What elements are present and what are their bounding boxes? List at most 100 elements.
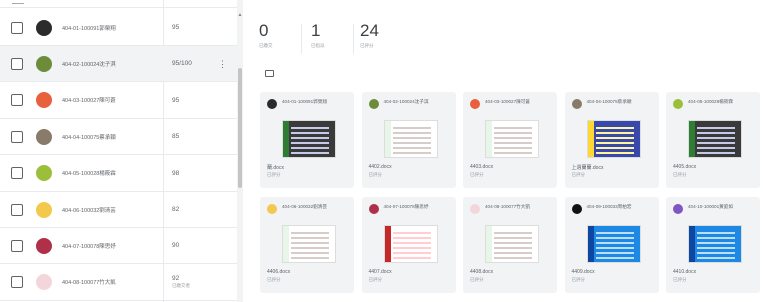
submission-card[interactable]: 404-03-100027陳可蒼 4403.docx 已評分 [463,92,557,188]
folder-icon[interactable] [265,70,274,77]
thumb-line [595,252,634,254]
submission-card[interactable]: 404-06-100032劉清芸 4406.docx 已評分 [260,197,354,293]
score-value: 82 [172,206,180,213]
submission-card[interactable]: 404-04-100075蔡承穎 上週蘭蘭.docx 已評分 [564,92,659,188]
stat-2: 24 已評分 [360,22,379,49]
stat-separator [353,24,354,54]
submission-status: 已評分 [571,277,586,282]
document-thumbnail[interactable] [688,225,742,263]
more-vert-icon[interactable]: ⋮ [218,59,227,68]
student-avatar [36,128,52,145]
submission-card[interactable]: 404-05-100028楊筱霖 4405.docx 已評分 [666,92,760,188]
student-score[interactable]: 85 [172,133,179,140]
submission-card[interactable]: 404-08-100077竹大凱 4408.docx 已評分 [463,197,557,293]
thumb-line [494,247,532,249]
row-checkbox[interactable] [11,203,23,216]
file-name: 4407.docx [368,269,392,275]
thumb-line [392,257,431,259]
document-thumbnail[interactable] [586,225,641,263]
row-checkbox[interactable] [11,167,23,180]
row-checkbox[interactable] [11,276,23,289]
student-row[interactable]: 404-06-100032劉清芸 82 [0,192,237,228]
document-thumbnail[interactable] [282,120,336,158]
stat-value: 1 [311,21,321,40]
student-row[interactable]: 404-08-100077竹大凱 92 已繳交者 [0,265,237,301]
submission-card[interactable]: 404-07-100078陳思妤 4407.docx 已評分 [361,197,456,293]
thumb-line [392,152,431,154]
document-thumbnail[interactable] [383,120,438,158]
submission-card[interactable]: 404-10-100001黃庭如 4410.docx 已評分 [666,197,760,293]
document-thumbnail[interactable] [383,225,438,263]
thumb-line [392,137,431,139]
document-thumbnail[interactable] [485,120,539,158]
student-score[interactable]: 95 [172,24,179,31]
row-checkbox[interactable] [11,239,23,252]
student-row[interactable]: 404-07-100078陳思妤 90 [0,228,237,265]
student-name: 404-01-100091郭榮翔 [62,25,116,32]
thumb-line [291,127,329,129]
file-name: 4409.docx [571,269,595,275]
student-row[interactable]: 404-05-100028楊筱霖 98 [0,156,237,192]
submission-card[interactable]: 404-09-100033周柏宏 4409.docx 已評分 [564,197,659,293]
student-avatar [36,165,52,182]
row-checkbox[interactable] [11,57,23,70]
thumb-line [595,147,634,149]
student-score[interactable]: 82 [172,206,179,213]
list-header [0,0,237,8]
student-avatar [36,274,52,291]
student-score[interactable]: 98 [172,170,179,177]
student-score[interactable]: 92 已繳交者 [172,275,190,289]
thumb-line [494,137,532,139]
score-value: 85 [172,133,180,141]
file-name: 4402.docx [368,164,392,170]
student-score[interactable]: 90 [172,242,179,249]
student-name: 404-05-100028楊筱霖 [62,171,116,178]
document-thumbnail[interactable] [282,225,336,263]
thumb-line [392,147,431,149]
submissions-panel: 0 已繳交 1 已指派 24 已評分 404-01-100091郭榮翔 蘭.docx 已評分 4… [243,0,763,302]
student-row[interactable]: 404-04-100075蔡承穎 85 [0,119,237,156]
thumb-line [595,242,634,244]
row-checkbox[interactable] [11,94,23,107]
stat-label: 已繳交 [259,43,273,48]
student-score[interactable]: 95/100 [172,60,192,67]
row-checkbox[interactable] [11,21,23,34]
stat-value: 24 [360,21,379,40]
file-name: 4410.docx [673,269,697,275]
student-score[interactable]: 95 [172,97,179,104]
student-row[interactable]: 404-03-100027陳可蒼 95 [0,83,237,119]
card-student-name: 404-05-100028楊筱霖 [688,99,733,104]
thumb-line [392,232,431,234]
card-avatar [673,204,683,214]
document-thumbnail[interactable] [586,120,641,158]
thumb-line [392,237,431,239]
file-name: 4406.docx [267,269,291,275]
thumb-line [494,147,532,149]
card-student-name: 404-04-100075蔡承穎 [586,99,632,104]
card-student-name: 404-03-100027陳可蒼 [485,99,530,104]
stat-0: 0 已繳交 [259,22,273,49]
student-name: 404-03-100027陳可蒼 [62,98,116,105]
thumb-sidebar [384,226,391,262]
score-note: 已繳交者 [172,283,190,289]
list-scrollbar[interactable] [238,68,242,188]
row-checkbox[interactable] [11,130,23,143]
card-avatar [368,99,379,109]
submission-card[interactable]: 404-01-100091郭榮翔 蘭.docx 已評分 [260,92,354,188]
thumb-sidebar [486,226,492,262]
stat-value: 0 [259,21,269,40]
document-thumbnail[interactable] [485,225,539,263]
thumb-line [291,232,329,234]
card-avatar [368,204,379,214]
thumb-line [392,127,431,129]
submission-card[interactable]: 404-02-100024沈子淇 4402.docx 已評分 [361,92,456,188]
submission-status: 已評分 [470,172,484,177]
student-row[interactable]: 404-02-100024沈子淇 95/100 ⋮ [0,46,237,83]
student-list-panel: 404-01-100091郭榮翔 95 404-02-100024沈子淇 95/100… [0,0,237,302]
student-row[interactable]: 404-01-100091郭榮翔 95 [0,10,237,46]
thumb-line [697,247,735,249]
document-thumbnail[interactable] [688,120,742,158]
student-name: 404-07-100078陳思妤 [62,243,116,250]
student-avatar [36,201,52,218]
thumb-line [392,242,431,244]
